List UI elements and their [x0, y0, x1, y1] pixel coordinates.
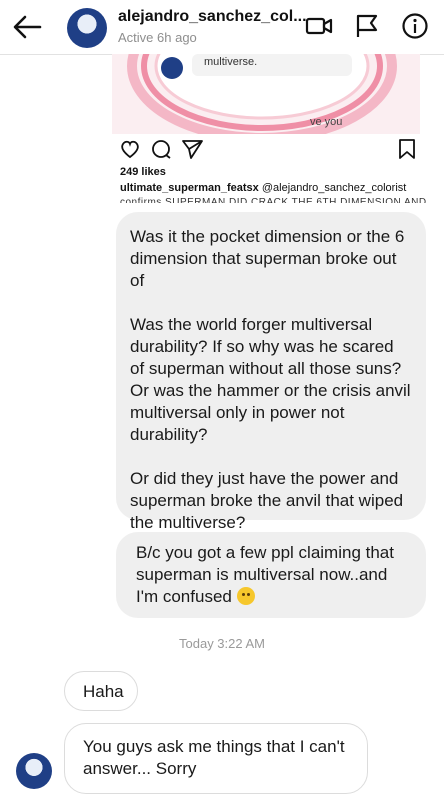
comment-icon[interactable] [152, 140, 171, 159]
flag-icon[interactable] [353, 12, 381, 40]
avatar[interactable] [67, 8, 107, 48]
post-image-text: multiverse. [204, 56, 258, 68]
message-text: Was the world forger multiversal durabil… [130, 315, 411, 444]
message-bubble: Was it the pocket dimension or the 6 dim… [116, 212, 426, 532]
post-image-art [127, 54, 397, 134]
share-icon[interactable] [182, 140, 203, 159]
message-text: Was it the pocket dimension or the 6 dim… [130, 227, 405, 290]
message-text: You guys ask me things that I can't answ… [83, 737, 345, 778]
message-timestamp: Today 3:22 AM [179, 636, 265, 651]
post-caption-truncated: confirms SUPERMAN DID CRACK THE 6TH DIME… [120, 197, 427, 203]
post-caption: ultimate_superman_featsx @alejandro_sanc… [120, 182, 406, 194]
reply-bubble: Haha [64, 671, 138, 711]
heart-icon[interactable] [121, 140, 139, 159]
post-image-text: ve you [310, 116, 343, 128]
post-actions [121, 140, 203, 159]
message-text: Or did they just have the power and supe… [130, 469, 404, 532]
post-likes: 249 likes [120, 166, 166, 178]
thinking-emoji-icon [236, 587, 255, 605]
caption-username[interactable]: ultimate_superman_featsx [120, 182, 259, 194]
chat-header: alejandro_sanchez_col... Active 6h ago [0, 0, 444, 55]
video-call-icon[interactable] [305, 12, 333, 40]
info-icon[interactable] [401, 12, 429, 40]
message-bubble: B/c you got a few ppl claiming that supe… [116, 532, 426, 618]
caption-mention[interactable]: @alejandro_sanchez_colorist [262, 182, 406, 194]
message-text: B/c you got a few ppl claiming that supe… [136, 543, 394, 606]
bookmark-icon[interactable] [398, 138, 416, 160]
back-arrow-icon[interactable] [12, 14, 42, 40]
chat-username[interactable]: alejandro_sanchez_col... [118, 8, 307, 26]
message-text: Haha [83, 682, 124, 701]
reply-bubble: You guys ask me things that I can't answ… [64, 723, 368, 794]
sender-avatar[interactable] [16, 753, 52, 789]
active-status: Active 6h ago [118, 30, 197, 45]
shared-post-image[interactable]: multiverse. ve you [112, 54, 420, 134]
